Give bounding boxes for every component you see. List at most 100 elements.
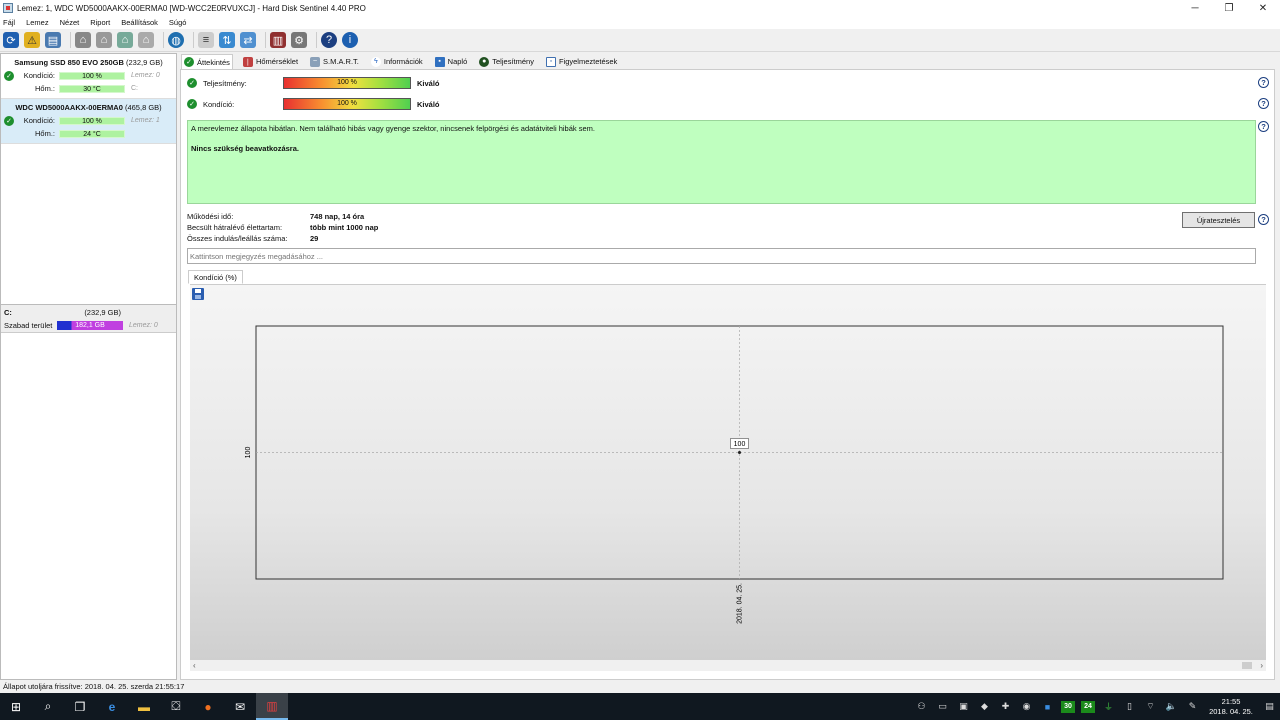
gear-icon[interactable]: ⚙ [291, 32, 307, 48]
menu-disk[interactable]: Lemez [26, 18, 49, 27]
maximize-button[interactable]: ❐ [1212, 0, 1246, 16]
hdd-surface-icon[interactable]: ⌂ [117, 32, 133, 48]
free-space-bar: 182,1 GB [57, 321, 123, 330]
about-icon[interactable]: i [342, 32, 358, 48]
hdd-icon[interactable]: ⌂ [75, 32, 91, 48]
help-icon[interactable]: ? [1258, 121, 1269, 132]
x-tick-label: 2018. 04. 25. [737, 583, 744, 624]
network-icon[interactable]: ⇄ [240, 32, 256, 48]
disk-item-samsung[interactable]: Samsung SSD 850 EVO 250GB (232,9 GB) ✓ K… [1, 54, 176, 99]
toolbar: ⟳ ⚠ ▤ ⌂ ⌂ ⌂ ⌂ ◍ ≡ ⇅ ⇄ ▥ ⚙ ? i [0, 29, 1280, 52]
menu-file[interactable]: Fájl [3, 18, 15, 27]
keyboard-icon[interactable]: ▭ [932, 693, 953, 720]
clock[interactable]: 21:55 2018. 04. 25. [1203, 697, 1259, 717]
hard-disk-sentinel-icon[interactable]: ▥ [256, 693, 288, 720]
temperature-badge-hdd[interactable]: 24 [1081, 700, 1095, 713]
toolbar-separator [193, 32, 194, 48]
pen-icon[interactable]: ✎ [1182, 693, 1203, 720]
start-icon[interactable]: ⊞ [0, 693, 32, 720]
wifi-icon[interactable]: ⌔ [1140, 693, 1161, 720]
scroll-left-icon[interactable]: ‹ [193, 661, 196, 670]
check-icon: ✓ [4, 115, 14, 126]
app-icon [3, 3, 13, 13]
help-icon[interactable]: ? [1258, 98, 1269, 109]
tab-log[interactable]: ▪ Napló [433, 54, 470, 69]
note-input[interactable] [187, 248, 1256, 264]
volume-icon[interactable]: 🔈 [1161, 693, 1182, 720]
stat-row: Összes indulás/leállás száma: 29 [187, 234, 319, 243]
window-controls: ─ ❐ ✕ [1178, 0, 1280, 16]
performance-icon: ● [479, 56, 490, 67]
usb-icon[interactable]: ▯ [1119, 693, 1140, 720]
disk-warning-icon[interactable]: ⚠ [24, 32, 40, 48]
title-bar: Lemez: 1, WDC WD5000AAKX-00ERMA0 [WD-WCC… [0, 0, 1280, 16]
firefox-icon[interactable]: ● [192, 693, 224, 720]
alert-icon: ▫ [545, 56, 556, 67]
hdd-tools-icon[interactable]: ⌂ [138, 32, 154, 48]
plug-icon[interactable]: ⏚ [1098, 693, 1119, 720]
mail-icon[interactable]: ✉ [224, 693, 256, 720]
check-icon: ✓ [4, 70, 14, 81]
globe-icon[interactable]: ◍ [168, 32, 184, 48]
tab-alerts[interactable]: ▫ Figyelmeztetések [544, 54, 619, 69]
menu-report[interactable]: Riport [90, 18, 110, 27]
cloud-icon[interactable]: ■ [1037, 693, 1058, 720]
security-icon[interactable]: ◆ [974, 693, 995, 720]
chart-svg: 100 2018. 04. 25. 100 [245, 325, 1224, 624]
tray-app-icon[interactable]: ✚ [995, 693, 1016, 720]
notification-icon[interactable]: ▤ [1259, 693, 1280, 720]
network-tray-icon[interactable]: ◉ [1016, 693, 1037, 720]
task-view-icon[interactable]: ❐ [64, 693, 96, 720]
tab-performance[interactable]: ● Teljesítmény [477, 54, 536, 69]
taskbar: ⊞ ⌕ ❐ e ▬ ⛋ ● ✉ ▥ ⚇ ▭ ▣ ◆ ✚ ◉ ■ 30 24 ⏚ … [0, 693, 1280, 720]
temperature-badge-ssd[interactable]: 30 [1061, 700, 1075, 713]
disk-name: WDC WD5000AAKX-00ERMA0 (465,8 GB) [15, 103, 162, 112]
status-bar: Állapot utoljára frissítve: 2018. 04. 25… [0, 681, 1280, 693]
file-explorer-icon[interactable]: ▬ [128, 693, 160, 720]
help-icon[interactable]: ? [321, 32, 337, 48]
menu-help[interactable]: Súgó [169, 18, 187, 27]
tab-information[interactable]: ϟ Információk [369, 54, 425, 69]
tab-health-chart[interactable]: Kondíció (%) [188, 270, 243, 284]
window-title: Lemez: 1, WDC WD5000AAKX-00ERMA0 [WD-WCC… [17, 3, 366, 13]
minimize-button[interactable]: ─ [1178, 0, 1212, 16]
help-icon[interactable]: ? [1258, 77, 1269, 88]
log-icon: ▪ [434, 56, 445, 67]
data-point [738, 451, 741, 454]
sync-icon[interactable]: ⇅ [219, 32, 235, 48]
disk-health-row: ✓ Kondíció: 100 % Lemez: 0 [1, 69, 176, 82]
disk-temp-row: Hőm.: 24 °C [1, 127, 176, 140]
menu-view[interactable]: Nézet [60, 18, 80, 27]
disk-info-icon[interactable]: ▤ [45, 32, 61, 48]
search-icon[interactable]: ⌕ [32, 693, 64, 720]
chart-icon[interactable]: ▥ [270, 32, 286, 48]
refresh-icon[interactable]: ⟳ [3, 32, 19, 48]
tab-overview[interactable]: ✓ Áttekintés [181, 54, 233, 69]
store-icon[interactable]: ⛋ [160, 693, 192, 720]
tab-smart[interactable]: ~ S.M.A.R.T. [308, 54, 361, 69]
disk-stats: Működési idő: 748 nap, 14 óra Becsült há… [187, 211, 378, 244]
health-bar: 100 % [59, 116, 125, 125]
close-button[interactable]: ✕ [1246, 0, 1280, 16]
disk-item-wdc[interactable]: WDC WD5000AAKX-00ERMA0 (465,8 GB) ✓ Kond… [1, 99, 176, 144]
health-bar: 100 % [59, 71, 125, 80]
performance-bar: 100 % [283, 77, 411, 89]
disk-health-row: ✓ Kondíció: 100 % Lemez: 1 [1, 114, 176, 127]
menu-settings[interactable]: Beállítások [121, 18, 158, 27]
retest-button[interactable]: Újratesztelés [1182, 212, 1255, 228]
scroll-thumb[interactable] [1242, 662, 1252, 669]
hdd-test-icon[interactable]: ⌂ [96, 32, 112, 48]
scroll-right-icon[interactable]: › [1260, 661, 1263, 670]
tab-temperature[interactable]: ❘ Hőmérséklet [241, 54, 300, 69]
partition-header[interactable]: C: (232,9 GB) [1, 305, 176, 319]
display-icon[interactable]: ▣ [953, 693, 974, 720]
help-icon[interactable]: ? [1258, 214, 1269, 225]
edge-icon[interactable]: e [96, 693, 128, 720]
info-icon: ϟ [370, 56, 381, 67]
people-icon[interactable]: ⚇ [911, 693, 932, 720]
report-icon[interactable]: ≡ [198, 32, 214, 48]
chart-scrollbar[interactable]: ‹ › [190, 660, 1266, 671]
overview-panel: ✓ Teljesítmény: 100 % Kiváló ? ✓ Kondíci… [180, 69, 1275, 680]
toolbar-separator [316, 32, 317, 48]
disk-list-panel: Samsung SSD 850 EVO 250GB (232,9 GB) ✓ K… [0, 53, 177, 680]
